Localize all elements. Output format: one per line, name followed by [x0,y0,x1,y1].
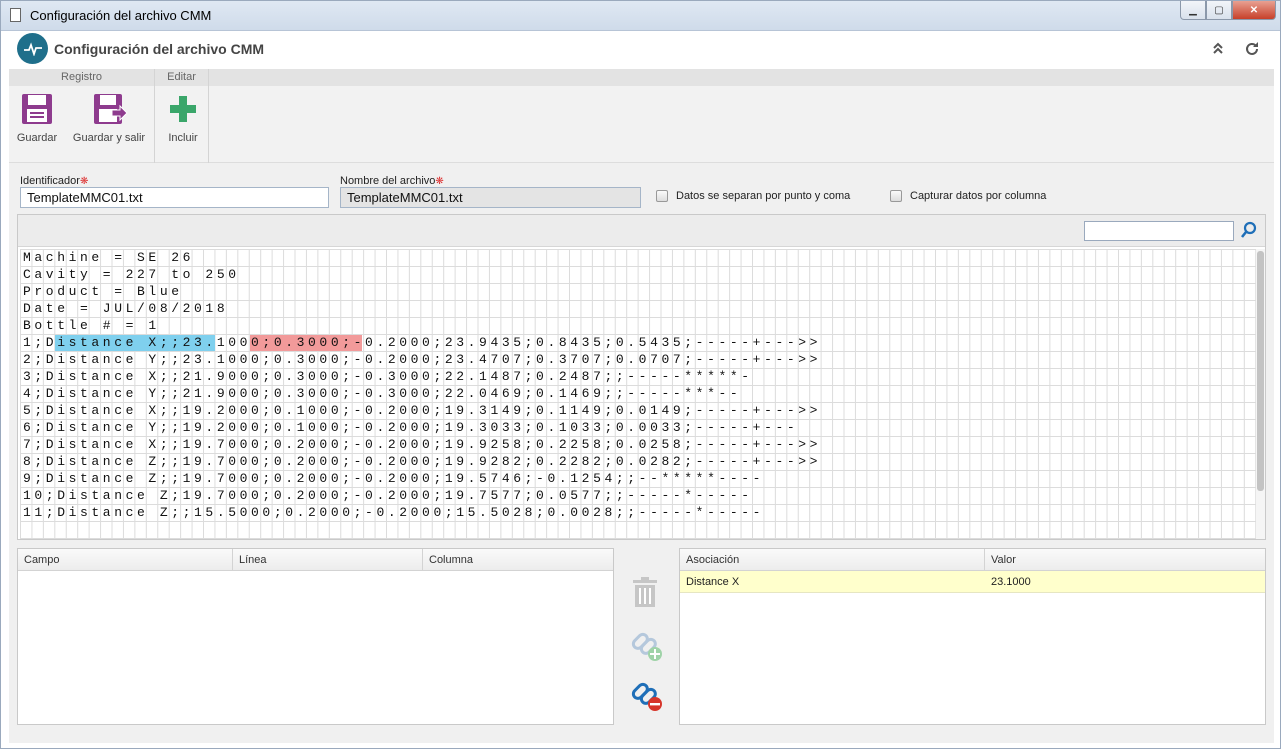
file-line: 4;Distance Y;;21.9000;0.3000;-0.3000;22.… [23,386,742,401]
save-and-exit-button[interactable]: Guardar y salir [69,92,149,144]
ribbon-group-registro: Registro [61,71,102,83]
save-and-exit-label: Guardar y salir [72,132,146,144]
file-line: Bottle # = 1 [23,318,160,333]
semicolon-checkbox-label: Datos se separan por punto y coma [676,190,851,202]
save-button-label: Guardar [16,132,58,144]
required-icon: ❋ [79,176,89,187]
maximize-button[interactable]: ▢ [1206,1,1232,20]
identifier-label: Identificador❋ [20,175,89,187]
trash-icon[interactable] [629,576,661,608]
file-line: Date = JUL/08/2018 [23,301,229,316]
refresh-icon[interactable] [1244,41,1260,57]
form-area: Identificador❋ TemplateMMC01.txt Nombre … [9,163,1274,743]
column-header-valor[interactable]: Valor [985,549,1265,571]
ribbon: Guardar Guardar y salir Incluir [9,69,1274,163]
save-exit-icon [92,92,128,126]
close-button[interactable]: ✕ [1232,1,1276,20]
unlink-icon[interactable] [629,678,662,711]
semicolon-checkbox[interactable]: Datos se separan por punto y coma [656,190,850,202]
app-header: Configuración del archivo CMM [9,31,1274,69]
column-header-asociacion[interactable]: Asociación [680,549,985,571]
column-header-linea[interactable]: Línea [233,549,423,571]
file-line: 2;Distance Y;;23.1000;0.3000;-0.2000;23.… [23,352,822,367]
ribbon-divider [154,69,155,163]
window-titlebar: Configuración del archivo CMM ▁ ▢ ✕ [1,1,1280,31]
required-icon: ❋ [435,176,444,187]
include-button-label: Incluir [168,132,198,144]
save-button[interactable]: Guardar [12,92,62,144]
file-line: 6;Distance Y;;19.2000;0.1000;-0.2000;19.… [23,420,799,435]
save-icon [20,92,54,126]
identifier-input[interactable]: TemplateMMC01.txt [20,187,329,208]
association-table: Asociación Valor Distance X 23.1000 [679,548,1266,725]
ribbon-group-editar: Editar [167,71,196,83]
file-line: 8;Distance Z;;19.7000;0.2000;-0.2000;19.… [23,454,822,469]
search-icon[interactable] [1240,221,1258,239]
ribbon-divider [208,69,209,163]
grid-search-input[interactable] [1084,221,1234,241]
file-line: 3;Distance X;;21.9000;0.3000;-0.3000;22.… [23,369,753,384]
file-line: 9;Distance Z;;19.7000;0.2000;-0.2000;19.… [23,471,765,486]
table-row[interactable]: Distance X 23.1000 [680,571,1265,593]
column-header-campo[interactable]: Campo [18,549,233,571]
app-window: Configuración del archivo CMM ▁ ▢ ✕ Conf… [0,0,1281,749]
grid-scrollbar[interactable] [1256,249,1265,539]
column-capture-checkbox-label: Capturar datos por columna [910,190,1047,202]
grid-toolbar [18,215,1265,247]
file-content-panel: Machine = SE 26 Cavity = 227 to 250 Prod… [17,214,1266,540]
file-line: Product = Blue [23,284,183,299]
window-title: Configuración del archivo CMM [30,8,212,23]
file-line: 1;Distance X;;23.1000;0.3000;-0.2000;23.… [23,335,822,350]
app-logo-icon [17,33,48,64]
minimize-button[interactable]: ▁ [1180,1,1206,20]
value-cell: 23.1000 [991,576,1031,588]
page-title: Configuración del archivo CMM [54,41,265,57]
document-icon [10,8,21,22]
file-line: 5;Distance X;;19.2000;0.1000;-0.2000;19.… [23,403,822,418]
association-cell: Distance X [686,576,740,588]
filename-input: TemplateMMC01.txt [340,187,641,208]
plus-icon [166,92,200,126]
filename-label: Nombre del archivo❋ [340,175,444,187]
file-line: 11;Distance Z;;15.5000;0.2000;-0.2000;15… [23,505,765,520]
collapse-icon[interactable] [1210,41,1226,57]
file-line: Cavity = 227 to 250 [23,267,240,282]
file-line: 10;Distance Z;19.7000;0.2000;-0.2000;19.… [23,488,753,503]
file-line: 7;Distance X;;19.7000;0.2000;-0.2000;19.… [23,437,822,452]
fields-table: Campo Línea Columna [17,548,614,725]
file-line: Machine = SE 26 [23,250,195,265]
link-add-icon[interactable] [629,628,662,661]
file-char-grid[interactable]: Machine = SE 26 Cavity = 227 to 250 Prod… [20,249,1256,539]
ribbon-group-bar: Registro Editar [9,69,1274,86]
column-header-columna[interactable]: Columna [423,549,613,571]
include-button[interactable]: Incluir [161,92,205,144]
column-capture-checkbox[interactable]: Capturar datos por columna [890,190,1046,202]
